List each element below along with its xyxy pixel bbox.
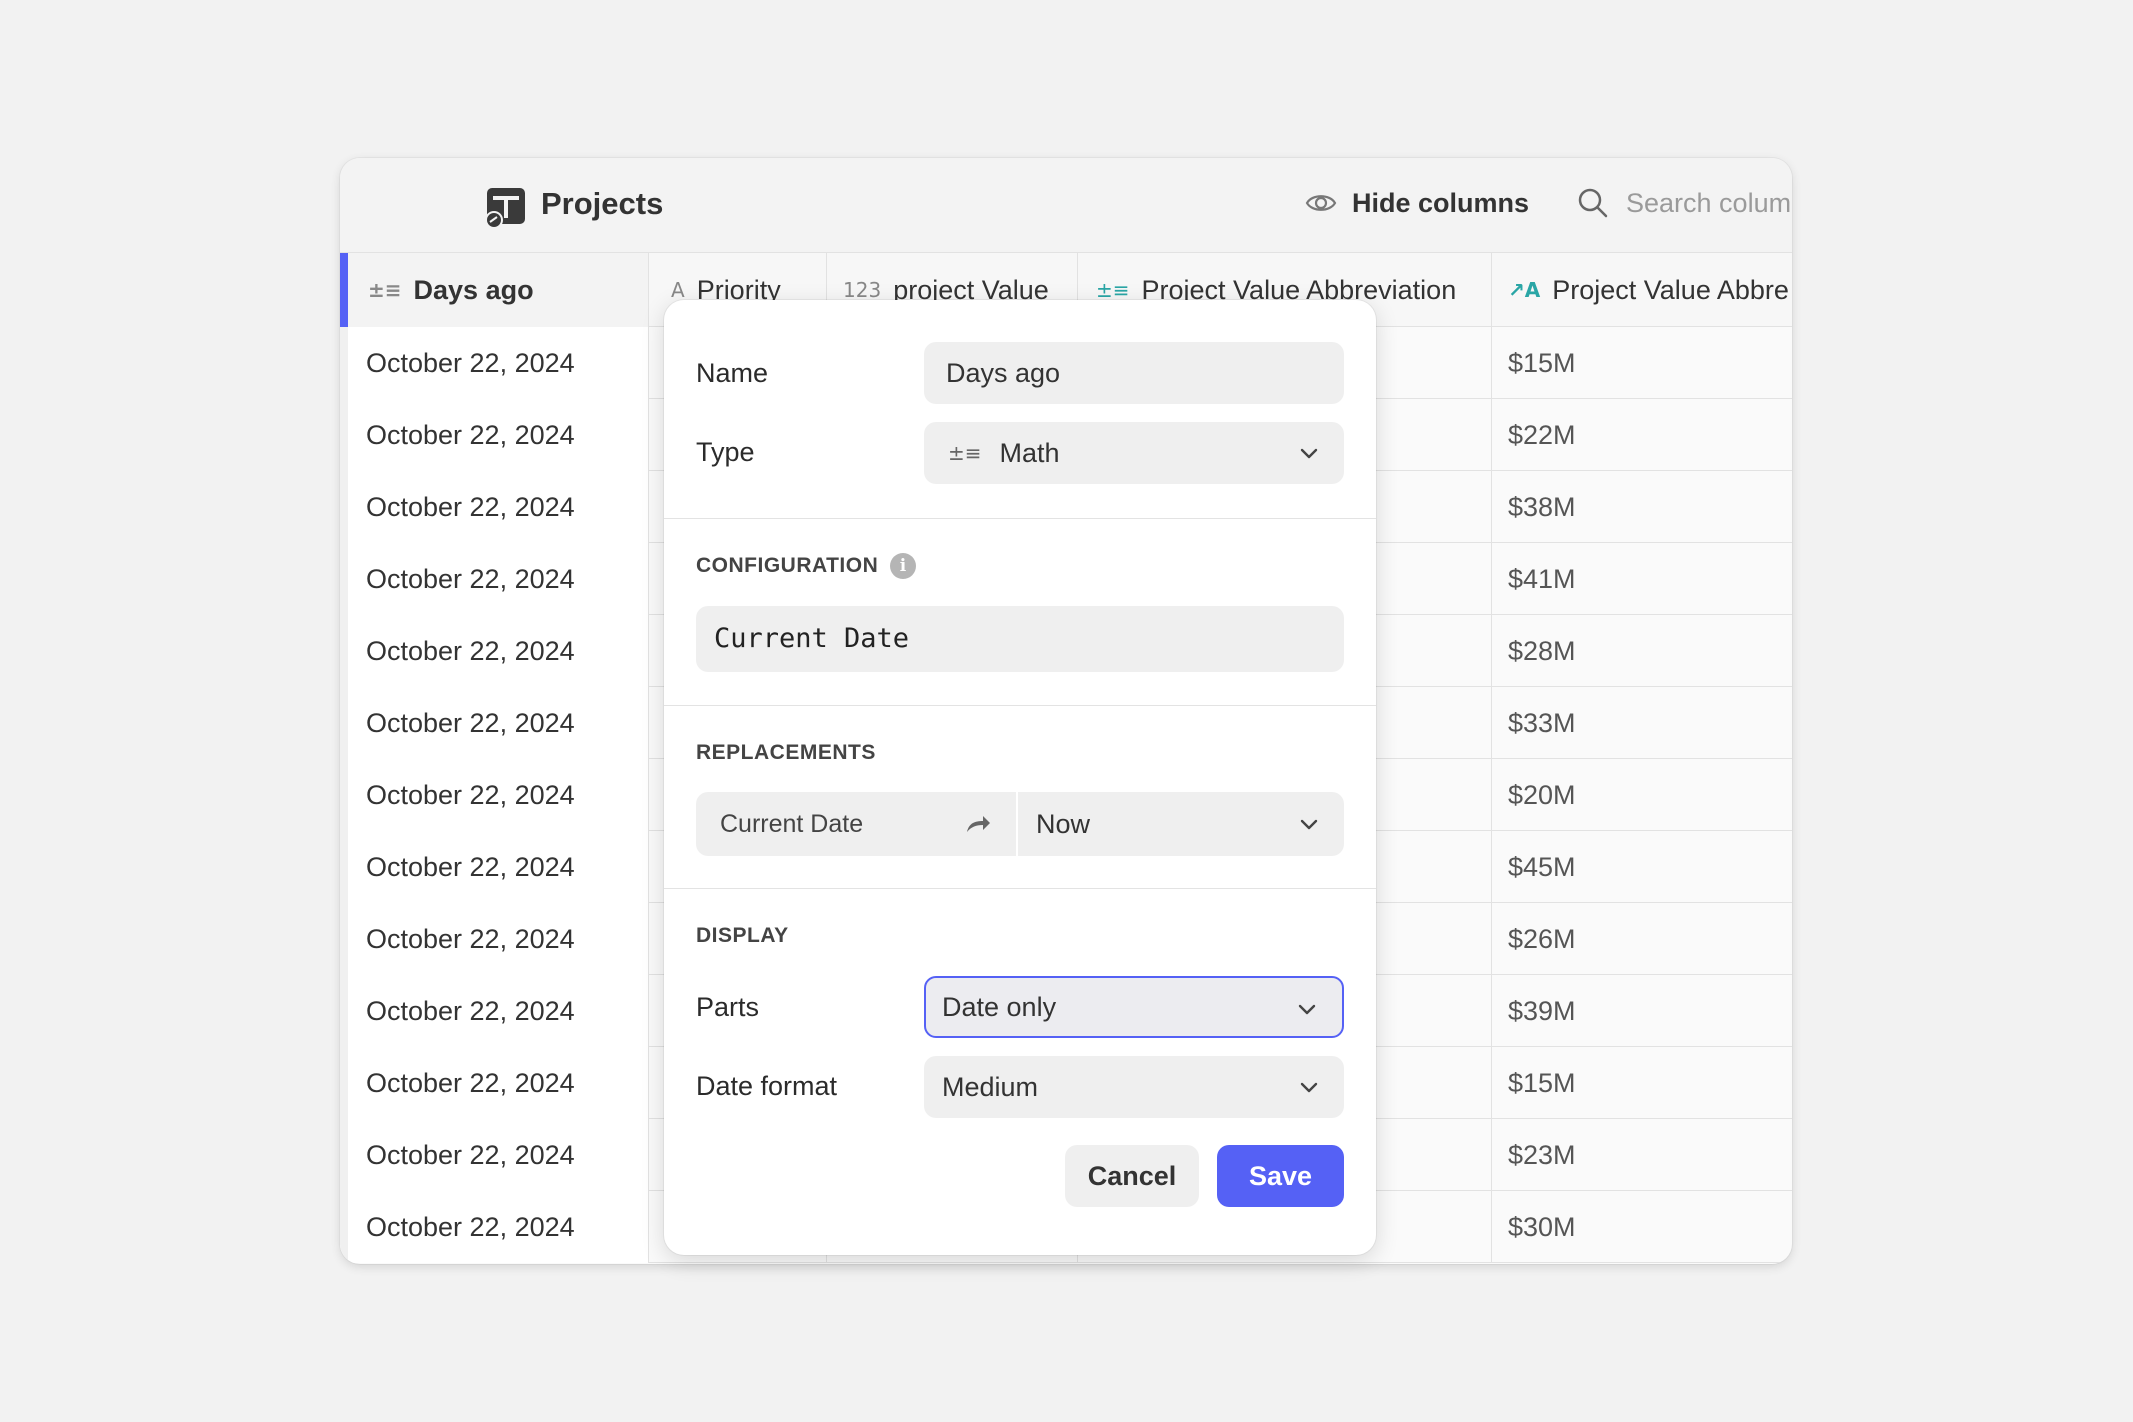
chevron-down-icon [1298,1004,1316,1015]
column-settings-popover: Name Days ago Type ±≡ Math CONFIGURATION… [664,300,1376,1255]
eye-icon [1305,195,1337,211]
days-ago-cell[interactable]: October 22, 2024 [340,1191,649,1263]
hide-columns-button[interactable]: Hide columns [1304,186,1529,220]
configuration-formula-input[interactable]: Current Date [696,606,1344,672]
search-icon [1578,188,1608,218]
column-header-label: Days ago [413,274,534,305]
days-ago-cell[interactable]: October 22, 2024 [340,1047,649,1119]
parts-select[interactable]: Date only [924,976,1344,1038]
math-icon: ±≡ [1096,278,1130,302]
days-ago-cell[interactable]: October 22, 2024 [340,903,649,975]
abbre-cell[interactable]: $15M [1492,1047,1792,1119]
page-title: Projects [541,186,664,221]
number-icon: 123 [843,278,882,302]
configuration-title: CONFIGURATION i [696,553,917,579]
text-icon: A [671,278,685,302]
days-ago-cell[interactable]: October 22, 2024 [340,543,649,615]
table-toolbar: Projects Hide columns [340,158,1792,253]
display-title: DISPLAY [696,924,789,947]
type-select[interactable]: ±≡ Math [924,422,1344,484]
chevron-down-icon [1300,448,1318,459]
name-label: Name [696,358,769,388]
abbre-cell[interactable]: $45M [1492,831,1792,903]
search-input[interactable] [1626,187,1792,219]
math-icon: ±≡ [368,278,402,302]
replacement-target-value: Now [1036,809,1091,839]
arrow-right-icon [967,816,990,832]
abbre-cell[interactable]: $33M [1492,687,1792,759]
abbre-cell[interactable]: $26M [1492,903,1792,975]
date-format-select[interactable]: Medium [924,1056,1344,1118]
parts-label: Parts [696,992,760,1022]
days-ago-cell[interactable]: October 22, 2024 [340,831,649,903]
date-format-label: Date format [696,1071,838,1101]
ai-text-icon: ↗A [1508,278,1541,302]
column-header-project-value-abbre[interactable]: ↗A Project Value Abbre [1492,253,1792,327]
replacement-source-label: Current Date [720,810,864,838]
column-search [1576,186,1792,220]
days-ago-cell[interactable]: October 22, 2024 [340,1119,649,1191]
abbre-cell[interactable]: $39M [1492,975,1792,1047]
hide-columns-label: Hide columns [1352,187,1530,218]
parts-select-value: Date only [942,991,1057,1022]
replacement-row: Current Date Now [696,792,1344,856]
days-ago-cell[interactable]: October 22, 2024 [340,975,649,1047]
column-header-label: Project Value Abbre [1552,274,1789,305]
days-ago-cell[interactable]: October 22, 2024 [340,687,649,759]
replacement-target-select[interactable]: Now [1020,792,1344,856]
abbre-cell[interactable]: $22M [1492,399,1792,471]
days-ago-cell[interactable]: October 22, 2024 [340,399,649,471]
cancel-button[interactable]: Cancel [1065,1145,1199,1207]
chevron-down-icon [1300,1082,1318,1093]
save-button[interactable]: Save [1217,1145,1344,1207]
type-select-value: Math [999,437,1060,468]
abbre-cell[interactable]: $41M [1492,543,1792,615]
table-app-icon [485,188,525,229]
type-label: Type [696,437,755,467]
days-ago-cell[interactable]: October 22, 2024 [340,759,649,831]
section-divider [664,705,1376,706]
info-icon[interactable]: i [890,553,917,579]
name-field[interactable]: Days ago [924,342,1344,404]
replacements-title: REPLACEMENTS [696,741,876,764]
days-ago-cell[interactable]: October 22, 2024 [340,327,649,399]
abbre-cell[interactable]: $28M [1492,615,1792,687]
configuration-title-text: CONFIGURATION [696,554,879,577]
section-divider [664,518,1376,519]
abbre-cell[interactable]: $15M [1492,327,1792,399]
selected-column-indicator [340,253,348,327]
column-header-days-ago[interactable]: ±≡ Days ago [340,253,649,327]
abbre-cell[interactable]: $23M [1492,1119,1792,1191]
abbre-cell[interactable]: $38M [1492,471,1792,543]
chevron-down-icon [1300,819,1318,830]
days-ago-cell[interactable]: October 22, 2024 [340,471,649,543]
abbre-cell[interactable]: $30M [1492,1191,1792,1263]
name-field-value: Days ago [946,357,1061,388]
days-ago-cell[interactable]: October 22, 2024 [340,615,649,687]
abbre-cell[interactable]: $20M [1492,759,1792,831]
section-divider [664,888,1376,889]
date-format-select-value: Medium [942,1071,1039,1102]
math-icon: ±≡ [948,441,982,465]
